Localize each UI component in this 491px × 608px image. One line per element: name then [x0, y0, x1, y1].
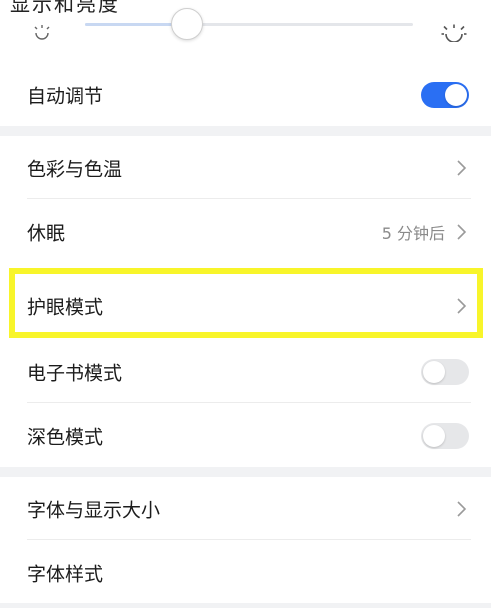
chevron-right-icon	[457, 297, 467, 314]
divider	[27, 539, 471, 540]
brightness-fill	[85, 23, 185, 26]
eye-care-row[interactable]: 护眼模式	[0, 274, 491, 337]
ebook-mode-label: 电子书模式	[27, 362, 123, 384]
toggle-knob	[423, 424, 445, 447]
auto-adjust-label: 自动调节	[27, 85, 104, 107]
toggle-knob	[423, 360, 445, 383]
section-gap	[0, 126, 491, 136]
sun-small-icon	[34, 25, 50, 40]
sleep-value: 5 分钟后	[381, 223, 445, 243]
font-display-size-row[interactable]: 字体与显示大小	[0, 477, 491, 540]
font-style-label: 字体样式	[27, 563, 104, 585]
sleep-row[interactable]: 休眠 5 分钟后	[0, 200, 491, 263]
toggle-knob	[445, 83, 467, 106]
dark-mode-toggle[interactable]	[421, 422, 469, 449]
brightness-section: 显示和亮度	[0, 0, 491, 60]
sun-large-icon	[441, 24, 467, 42]
color-temperature-label: 色彩与色温	[27, 158, 123, 180]
divider	[27, 198, 471, 199]
brightness-slider-row	[0, 8, 491, 52]
brightness-slider-thumb[interactable]	[171, 8, 203, 40]
chevron-right-icon	[457, 500, 467, 517]
dark-mode-label: 深色模式	[27, 426, 104, 448]
page-title: 显示和亮度	[10, 0, 120, 16]
color-temperature-row[interactable]: 色彩与色温	[0, 136, 491, 199]
chevron-right-icon	[457, 159, 467, 176]
bottom-edge	[0, 603, 491, 608]
ebook-mode-row[interactable]: 电子书模式	[0, 340, 491, 403]
auto-adjust-toggle[interactable]	[421, 81, 469, 108]
section-gap	[0, 467, 491, 477]
divider	[27, 402, 471, 403]
font-display-size-label: 字体与显示大小	[27, 499, 161, 521]
dark-mode-row[interactable]: 深色模式	[0, 404, 491, 467]
sleep-label: 休眠	[27, 222, 66, 244]
ebook-mode-toggle[interactable]	[421, 358, 469, 385]
font-style-row[interactable]: 字体样式	[0, 541, 491, 604]
eye-care-label: 护眼模式	[27, 296, 104, 318]
chevron-right-icon	[457, 223, 467, 240]
auto-adjust-row[interactable]: 自动调节	[0, 63, 491, 126]
